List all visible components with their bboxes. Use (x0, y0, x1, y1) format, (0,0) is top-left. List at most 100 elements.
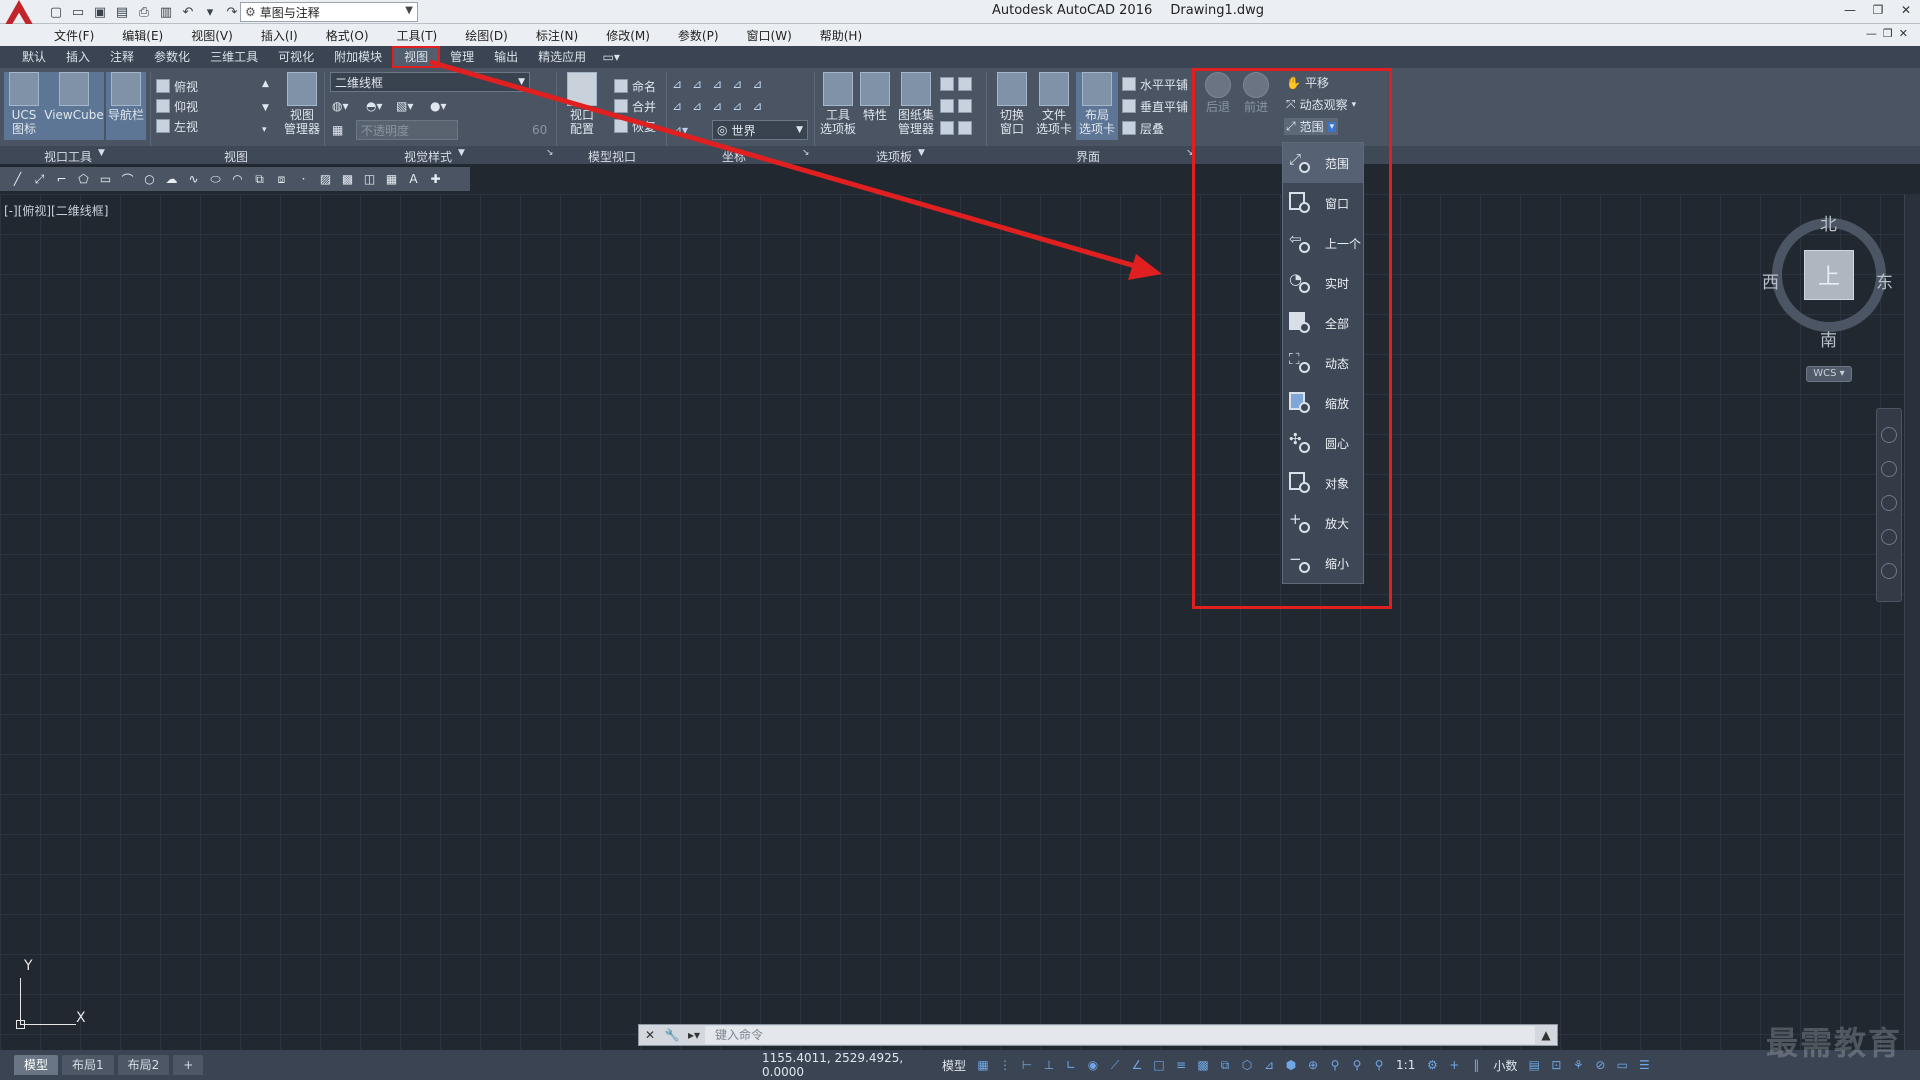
compass-west[interactable]: 西 (1762, 268, 1779, 293)
dialog-launcher-icon[interactable]: ↘ (546, 148, 554, 158)
ucs-select[interactable]: ◎ 世界 ▼ (712, 120, 808, 140)
menu-file[interactable]: 文件(F) (54, 27, 94, 44)
coordinates-readout[interactable]: 1155.4011, 2529.4925, 0.0000 (756, 1051, 936, 1079)
ortho-icon[interactable]: ∟ (1062, 1056, 1080, 1074)
menu-edit[interactable]: 编辑(E) (122, 27, 163, 44)
command-input[interactable] (705, 1026, 1535, 1044)
ellipse-icon[interactable]: ⬭ (206, 170, 225, 189)
open-file-icon[interactable]: ▭ (68, 2, 88, 22)
vertical-scrollbar[interactable] (1904, 194, 1920, 1050)
viewport-controls-label[interactable]: [-][俯视][二维线框] (4, 202, 108, 219)
ellipse-arc-icon[interactable]: ◠ (228, 170, 247, 189)
viewport-config-button[interactable]: 视口 配置 (562, 72, 602, 140)
chevron-down-icon[interactable]: ▼ (458, 148, 465, 158)
rectangle-icon[interactable]: ▭ (96, 170, 115, 189)
face-color-icon[interactable]: ●▾ (430, 96, 447, 116)
menu-parametric[interactable]: 参数(P) (678, 27, 719, 44)
menu-insert[interactable]: 插入(I) (261, 27, 298, 44)
dynamic-input-icon[interactable]: ⊥ (1040, 1056, 1058, 1074)
polyline-icon[interactable]: ⌐ (52, 170, 71, 189)
views-scroll-down-icon[interactable]: ▼ (262, 98, 269, 118)
new-file-icon[interactable]: ▢ (46, 2, 66, 22)
opacity-field[interactable]: 不透明度 (356, 120, 458, 140)
dialog-launcher-icon[interactable]: ↘ (802, 148, 810, 158)
ucs-tools-row2-icon[interactable]: ⊿⊿⊿⊿⊿ (672, 96, 772, 116)
visual-style-select[interactable]: 二维线框 ▼ (330, 72, 530, 92)
view-manager-button[interactable]: 视图 管理器 (280, 72, 324, 140)
orbit-icon[interactable] (1881, 529, 1897, 545)
object-snap-tracking-icon[interactable]: ∠ (1128, 1056, 1146, 1074)
model-space-toggle[interactable]: 模型 (936, 1057, 972, 1074)
tab-featured-apps[interactable]: 精选应用 (528, 46, 596, 68)
arc-icon[interactable]: ⌒ (118, 170, 137, 189)
steering-wheel-icon[interactable] (1881, 427, 1897, 443)
selection-cycling-icon[interactable]: ⧉ (1216, 1056, 1234, 1074)
plot-icon[interactable]: ⎙ (134, 2, 154, 22)
wcs-menu[interactable]: WCS ▾ (1806, 366, 1852, 382)
transparency-icon[interactable]: ▩ (1194, 1056, 1212, 1074)
line-icon[interactable]: ╱ (8, 170, 27, 189)
infer-icon[interactable]: ⊢ (1018, 1056, 1036, 1074)
layout-tabs-button[interactable]: 布局 选项卡 (1076, 72, 1118, 140)
document-window-controls[interactable]: —❐✕ (1866, 27, 1914, 40)
quick-properties-icon[interactable]: ▤ (1525, 1056, 1543, 1074)
polygon-icon[interactable]: ⬠ (74, 170, 93, 189)
save-icon[interactable]: ▣ (90, 2, 110, 22)
auto-scale-icon[interactable]: ⚲ (1348, 1056, 1366, 1074)
tab-parametric[interactable]: 参数化 (144, 46, 200, 68)
restore-viewport-button[interactable]: 恢复 (614, 116, 656, 136)
add-selected-icon[interactable]: ✚ (426, 170, 445, 189)
workspace-gear-icon[interactable]: ⚙ (1423, 1056, 1441, 1074)
panel-title-visual-styles[interactable]: 视觉样式 (404, 148, 452, 165)
compass-south[interactable]: 南 (1820, 326, 1837, 351)
view-bottom-item[interactable]: 仰视 (156, 96, 198, 116)
menu-format[interactable]: 格式(O) (326, 27, 369, 44)
customization-menu-icon[interactable]: ☰ (1635, 1056, 1653, 1074)
maximize-icon[interactable]: ❐ (1864, 0, 1892, 20)
dynamic-ucs-icon[interactable]: ⊿ (1260, 1056, 1278, 1074)
menu-modify[interactable]: 修改(M) (606, 27, 650, 44)
clean-screen-icon[interactable]: ▭ (1613, 1056, 1631, 1074)
tab-layout1[interactable]: 布局1 (62, 1055, 114, 1075)
make-block-icon[interactable]: ⧈ (272, 170, 291, 189)
viewcube-top-face[interactable]: 上 (1804, 250, 1854, 300)
lock-ui-icon[interactable]: ⊡ (1547, 1056, 1565, 1074)
lineweight-icon[interactable]: ≡ (1172, 1056, 1190, 1074)
viewcube-button[interactable]: ViewCube (44, 72, 104, 140)
hatch-icon[interactable]: ▨ (316, 170, 335, 189)
gradient-icon[interactable]: ▩ (338, 170, 357, 189)
3d-osnap-icon[interactable]: ⬡ (1238, 1056, 1256, 1074)
print-icon[interactable]: ▥ (156, 2, 176, 22)
gizmo-icon[interactable]: ⊕ (1304, 1056, 1322, 1074)
sheet-set-manager-button[interactable]: 图纸集 管理器 (894, 72, 938, 140)
switch-window-button[interactable]: 切换 窗口 (992, 72, 1032, 140)
isolate-objects-icon[interactable]: ⚘ (1569, 1056, 1587, 1074)
navbar-button[interactable]: 导航栏 (106, 72, 146, 140)
construction-line-icon[interactable]: ⤢ (30, 170, 49, 189)
redo-icon[interactable]: ↷ (222, 2, 242, 22)
chevron-up-icon[interactable]: ▲ (1535, 1025, 1557, 1045)
isodraft-icon[interactable]: ⟋ (1106, 1056, 1124, 1074)
annotation-monitor-icon[interactable]: + (1445, 1056, 1463, 1074)
spline-icon[interactable]: ∿ (184, 170, 203, 189)
revision-cloud-icon[interactable]: ☁ (162, 170, 181, 189)
multiline-text-icon[interactable]: A (404, 170, 423, 189)
save-as-icon[interactable]: ▤ (112, 2, 132, 22)
tab-model[interactable]: 模型 (14, 1055, 59, 1075)
workspace-select[interactable]: ⚙ 草图与注释 ▼ (240, 2, 418, 22)
pan-icon[interactable] (1881, 461, 1897, 477)
insert-block-icon[interactable]: ⧉ (250, 170, 269, 189)
tab-view[interactable]: 视图 (392, 46, 441, 68)
chevron-down-icon[interactable]: ▼ (918, 148, 925, 158)
wrench-icon[interactable]: 🔧 (661, 1025, 683, 1045)
shadow-icon[interactable]: ◍▾ (332, 96, 349, 116)
menu-window[interactable]: 窗口(W) (747, 27, 792, 44)
tab-addins[interactable]: 附加模块 (324, 46, 392, 68)
close-icon[interactable]: ✕ (1892, 0, 1920, 20)
menu-tools[interactable]: 工具(T) (397, 27, 438, 44)
cascade-button[interactable]: 层叠 (1122, 118, 1164, 138)
tab-output[interactable]: 输出 (484, 46, 528, 68)
add-layout-icon[interactable]: + (173, 1055, 204, 1075)
menu-draw[interactable]: 绘图(D) (465, 27, 508, 44)
tile-horizontal-button[interactable]: 水平平铺 (1122, 74, 1188, 94)
